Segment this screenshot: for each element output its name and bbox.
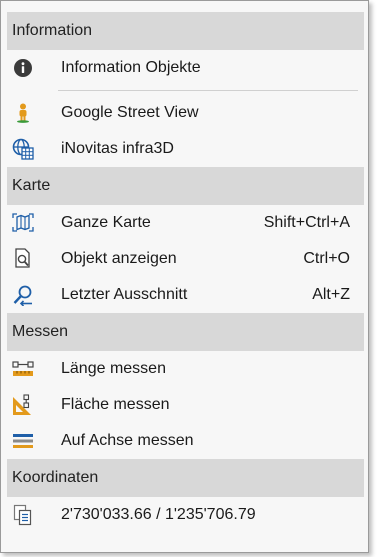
- measure-length-icon: [12, 358, 34, 380]
- menu-item-flaeche-messen[interactable]: Fläche messen: [1, 387, 368, 423]
- section-header-karte: Karte: [7, 167, 364, 205]
- menu-item-label: Objekt anzeigen: [61, 250, 177, 267]
- menu-separator: [58, 90, 358, 91]
- section-header-koordinaten: Koordinaten: [7, 459, 364, 497]
- full-map-icon: [12, 212, 34, 234]
- menu-item-ganze-karte[interactable]: Ganze Karte Shift+Ctrl+A: [1, 205, 368, 241]
- context-menu: Information Information Objekte Google S…: [0, 0, 369, 553]
- menu-item-label: Fläche messen: [61, 396, 170, 413]
- menu-item-label: Information Objekte: [61, 59, 201, 76]
- menu-item-inovitas-infra3d[interactable]: iNovitas infra3D: [1, 131, 368, 167]
- shortcut-label: Alt+Z: [312, 286, 350, 303]
- menu-item-auf-achse-messen[interactable]: Auf Achse messen: [1, 423, 368, 459]
- menu-item-objekt-anzeigen[interactable]: Objekt anzeigen Ctrl+O: [1, 241, 368, 277]
- menu-item-letzter-ausschnitt[interactable]: Letzter Ausschnitt Alt+Z: [1, 277, 368, 313]
- menu-item-label: 2'730'033.66 / 1'235'706.79: [61, 506, 256, 523]
- info-icon: [12, 57, 34, 79]
- menu-item-label: iNovitas infra3D: [61, 140, 174, 157]
- zoom-back-icon: [12, 284, 34, 306]
- measure-axis-icon: [12, 430, 34, 452]
- globe-grid-icon: [12, 138, 34, 160]
- shortcut-label: Shift+Ctrl+A: [263, 214, 350, 231]
- menu-item-koordinaten-copy[interactable]: 2'730'033.66 / 1'235'706.79: [1, 497, 368, 533]
- section-header-messen: Messen: [7, 313, 364, 351]
- measure-area-icon: [12, 394, 34, 416]
- menu-item-laenge-messen[interactable]: Länge messen: [1, 351, 368, 387]
- pegman-icon: [12, 102, 34, 124]
- menu-item-label: Länge messen: [61, 360, 166, 377]
- menu-item-information-objekte[interactable]: Information Objekte: [1, 50, 368, 86]
- menu-item-google-street-view[interactable]: Google Street View: [1, 95, 368, 131]
- shortcut-label: Ctrl+O: [303, 250, 350, 267]
- copy-coordinates-icon: [12, 504, 34, 526]
- section-header-information: Information: [7, 12, 364, 50]
- zoom-object-icon: [12, 248, 34, 270]
- menu-item-label: Google Street View: [61, 104, 199, 121]
- menu-item-label: Auf Achse messen: [61, 432, 194, 449]
- menu-item-label: Letzter Ausschnitt: [61, 286, 188, 303]
- menu-item-label: Ganze Karte: [61, 214, 151, 231]
